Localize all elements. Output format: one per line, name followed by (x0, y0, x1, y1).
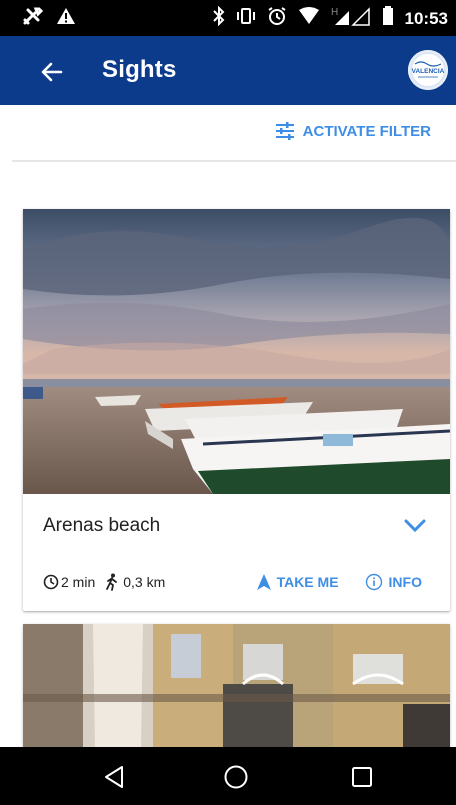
warning-icon (56, 7, 76, 31)
valencia-logo[interactable]: VALENCIA (408, 50, 448, 90)
svg-text:H: H (331, 7, 338, 18)
arrow-left-icon (41, 62, 63, 82)
walk-time: 2 min (61, 574, 96, 590)
alarm-icon (267, 6, 287, 32)
info-label: INFO (388, 574, 422, 590)
app-bar: Sights VALENCIA (0, 36, 456, 105)
page-title: Sights (102, 56, 177, 83)
filter-sliders-icon (275, 122, 294, 140)
navigation-arrow-icon (256, 574, 271, 590)
card-meta: 2 min 0,3 km (43, 573, 165, 591)
triangle-back-icon (105, 766, 123, 788)
status-right: H 10:53 (212, 5, 448, 32)
status-left (22, 6, 76, 32)
info-icon (365, 573, 382, 591)
system-nav-bar (0, 747, 456, 805)
sight-card[interactable]: Arenas beach 2 min 0,3 km TAKE ME INFO (23, 209, 450, 611)
signal-icon: H (331, 6, 371, 32)
logo-text: VALENCIA (412, 68, 445, 75)
take-me-button[interactable]: TAKE ME (256, 574, 339, 590)
bluetooth-icon (212, 5, 225, 32)
battery-icon (382, 6, 394, 32)
take-me-label: TAKE ME (276, 574, 339, 590)
square-recents-icon (352, 767, 372, 787)
beach-boats-photo[interactable] (23, 209, 450, 494)
clock-icon (43, 574, 59, 590)
divider (12, 160, 456, 162)
valencia-logo-icon: VALENCIA (410, 52, 446, 88)
walk-distance: 0,3 km (123, 574, 166, 590)
tools-icon (22, 6, 44, 32)
card-actions: TAKE ME INFO (256, 573, 422, 591)
status-bar: H 10:53 (0, 0, 456, 36)
activate-filter-button[interactable]: ACTIVATE FILTER (275, 122, 431, 140)
vibrate-icon (236, 7, 256, 31)
baroque-palace-facade-photo (23, 624, 450, 748)
circle-home-icon (224, 765, 248, 789)
card-title: Arenas beach (43, 515, 161, 536)
wifi-icon (298, 7, 320, 31)
nav-recents-button[interactable] (346, 761, 378, 793)
sight-card[interactable] (23, 624, 450, 748)
status-time: 10:53 (404, 9, 448, 28)
filter-row: ACTIVATE FILTER (0, 105, 456, 161)
expand-button[interactable] (398, 509, 432, 543)
nav-home-button[interactable] (220, 761, 252, 793)
activate-filter-label: ACTIVATE FILTER (302, 122, 431, 140)
walking-icon (106, 573, 118, 591)
back-button[interactable] (32, 52, 72, 92)
chevron-down-icon (404, 519, 426, 533)
nav-back-button[interactable] (98, 761, 130, 793)
info-button[interactable]: INFO (365, 573, 422, 591)
